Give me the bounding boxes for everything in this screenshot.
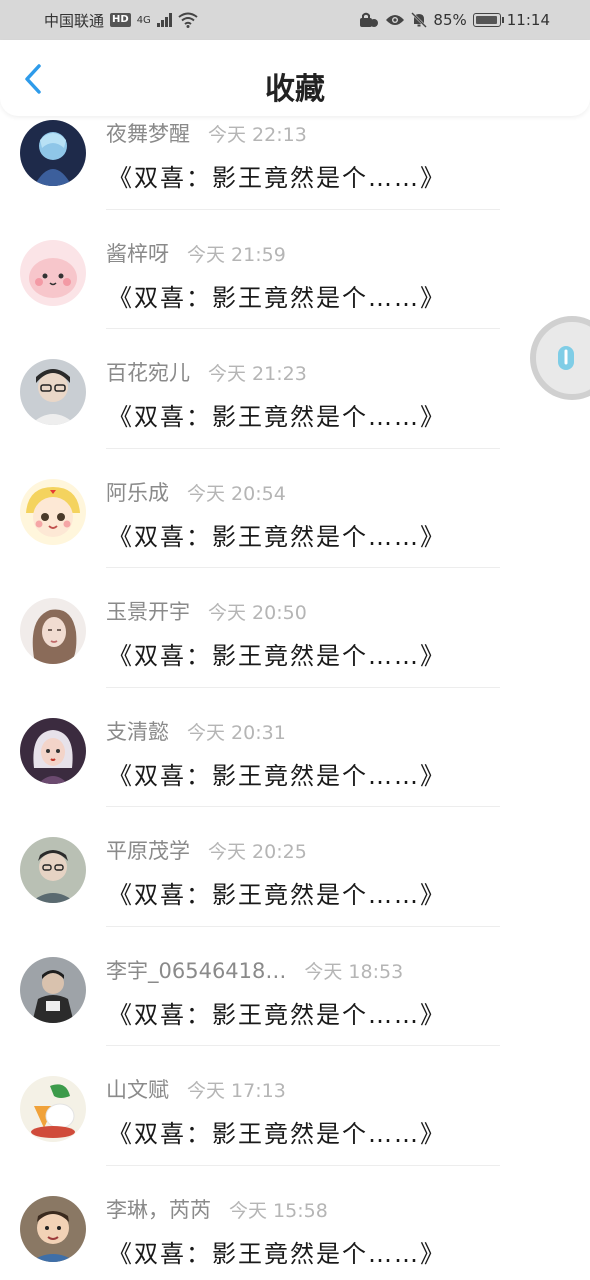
author-name: 平原茂学: [106, 839, 190, 863]
battery-percent: 85%: [433, 11, 467, 29]
timestamp: 今天 18:53: [304, 960, 404, 983]
avatar[interactable]: [20, 837, 86, 903]
item-meta: 夜舞梦醒 今天 22:13: [106, 118, 307, 148]
message-text: 《双喜：影王竟然是个……》: [108, 642, 446, 670]
author-name: 酱梓呀: [106, 241, 169, 266]
message-text: 《双喜：影王竟然是个……》: [108, 403, 446, 431]
avatar[interactable]: [20, 1076, 86, 1142]
hd-icon: HD: [110, 13, 131, 27]
author-name: 支清懿: [106, 719, 169, 744]
status-right: 85% 11:14: [359, 11, 550, 29]
item-meta: 玉景开宇 今天 20:50: [106, 596, 307, 626]
avatar[interactable]: [20, 120, 86, 186]
avatar[interactable]: [20, 478, 86, 545]
item-meta: 支清懿 今天 20:31: [106, 716, 286, 746]
author-name: 阿乐成: [106, 480, 169, 505]
item-meta: 酱梓呀 今天 21:59: [106, 238, 286, 268]
message-text: 《双喜：影王竟然是个……》: [108, 522, 446, 551]
network-type: 4G: [136, 14, 151, 26]
message-text: 《双喜：影王竟然是个……》: [108, 1120, 446, 1148]
timestamp: 今天 22:13: [208, 124, 307, 146]
timestamp: 今天 20:25: [208, 841, 307, 863]
author-name: 李琳，芮芮: [106, 1197, 211, 1222]
timestamp: 今天 20:31: [187, 721, 286, 744]
item-meta: 阿乐成 今天 20:54: [106, 477, 286, 507]
paperclip-icon: [558, 346, 574, 370]
avatar[interactable]: [20, 717, 86, 784]
clock: 11:14: [506, 11, 550, 29]
author-name: 夜舞梦醒: [106, 122, 190, 146]
avatar[interactable]: [20, 359, 86, 425]
status-left: 中国联通 HD 4G: [44, 10, 198, 31]
timestamp: 今天 21:59: [187, 243, 286, 266]
list-item[interactable]: 百花宛儿 今天 21:23 《双喜：影王竟然是个……》: [0, 329, 590, 449]
timestamp: 今天 21:23: [208, 363, 307, 385]
list-item[interactable]: 平原茂学 今天 20:25 《双喜：影王竟然是个……》: [0, 807, 590, 927]
status-bar: 中国联通 HD 4G 85% 11:14: [0, 0, 590, 40]
message-text: 《双喜：影王竟然是个……》: [108, 1239, 446, 1268]
message-text: 《双喜：影王竟然是个……》: [108, 881, 446, 909]
item-meta: 平原茂学 今天 20:25: [106, 835, 307, 865]
timestamp: 今天 20:50: [208, 602, 307, 624]
list-item[interactable]: 李宇_06546418… 今天 18:53 《双喜：影王竟然是个……》: [0, 927, 590, 1046]
list-item[interactable]: 李琳，芮芮 今天 15:58 《双喜：影王竟然是个……》: [0, 1166, 590, 1280]
list-item[interactable]: 阿乐成 今天 20:54 《双喜：影王竟然是个……》: [0, 449, 590, 568]
message-text: 《双喜：影王竟然是个……》: [108, 164, 446, 192]
item-meta: 李琳，芮芮 今天 15:58: [106, 1194, 328, 1224]
item-meta: 李宇_06546418… 今天 18:53: [106, 955, 403, 985]
avatar[interactable]: [20, 956, 86, 1023]
battery-icon: [472, 13, 504, 27]
timestamp: 今天 17:13: [187, 1080, 286, 1102]
list-item[interactable]: 山文赋 今天 17:13 《双喜：影王竟然是个……》: [0, 1046, 590, 1166]
message-text: 《双喜：影王竟然是个……》: [108, 283, 446, 312]
avatar[interactable]: [20, 1195, 86, 1262]
eye-icon: [386, 15, 405, 25]
author-name: 百花宛儿: [106, 361, 190, 385]
author-name: 玉景开宇: [106, 600, 190, 624]
timestamp: 今天 15:58: [229, 1199, 328, 1222]
item-meta: 百花宛儿 今天 21:23: [106, 357, 307, 387]
header: 收藏: [0, 40, 590, 116]
page-title: 收藏: [265, 72, 325, 107]
avatar[interactable]: [20, 598, 86, 664]
signal-icon: [156, 13, 172, 27]
list-item[interactable]: 酱梓呀 今天 21:59 《双喜：影王竟然是个……》: [0, 210, 590, 329]
message-text: 《双喜：影王竟然是个……》: [108, 761, 446, 790]
list-item[interactable]: 支清懿 今天 20:31 《双喜：影王竟然是个……》: [0, 688, 590, 807]
item-meta: 山文赋 今天 17:13: [106, 1074, 286, 1104]
message-text: 《双喜：影王竟然是个……》: [108, 1000, 446, 1029]
mute-bell-icon: [411, 12, 428, 28]
wifi-icon: [178, 12, 198, 28]
author-name: 山文赋: [106, 1078, 169, 1102]
carrier-name: 中国联通: [44, 11, 105, 30]
favorites-list: 夜舞梦醒 今天 22:13 《双喜：影王竟然是个……》 酱梓呀 今天 21:59…: [0, 90, 590, 1280]
timestamp: 今天 20:54: [187, 482, 286, 505]
author-name: 李宇_06546418…: [106, 958, 287, 983]
avatar[interactable]: [20, 239, 86, 306]
vpn-lock-icon: [360, 12, 379, 27]
list-item[interactable]: 玉景开宇 今天 20:50 《双喜：影王竟然是个……》: [0, 568, 590, 688]
